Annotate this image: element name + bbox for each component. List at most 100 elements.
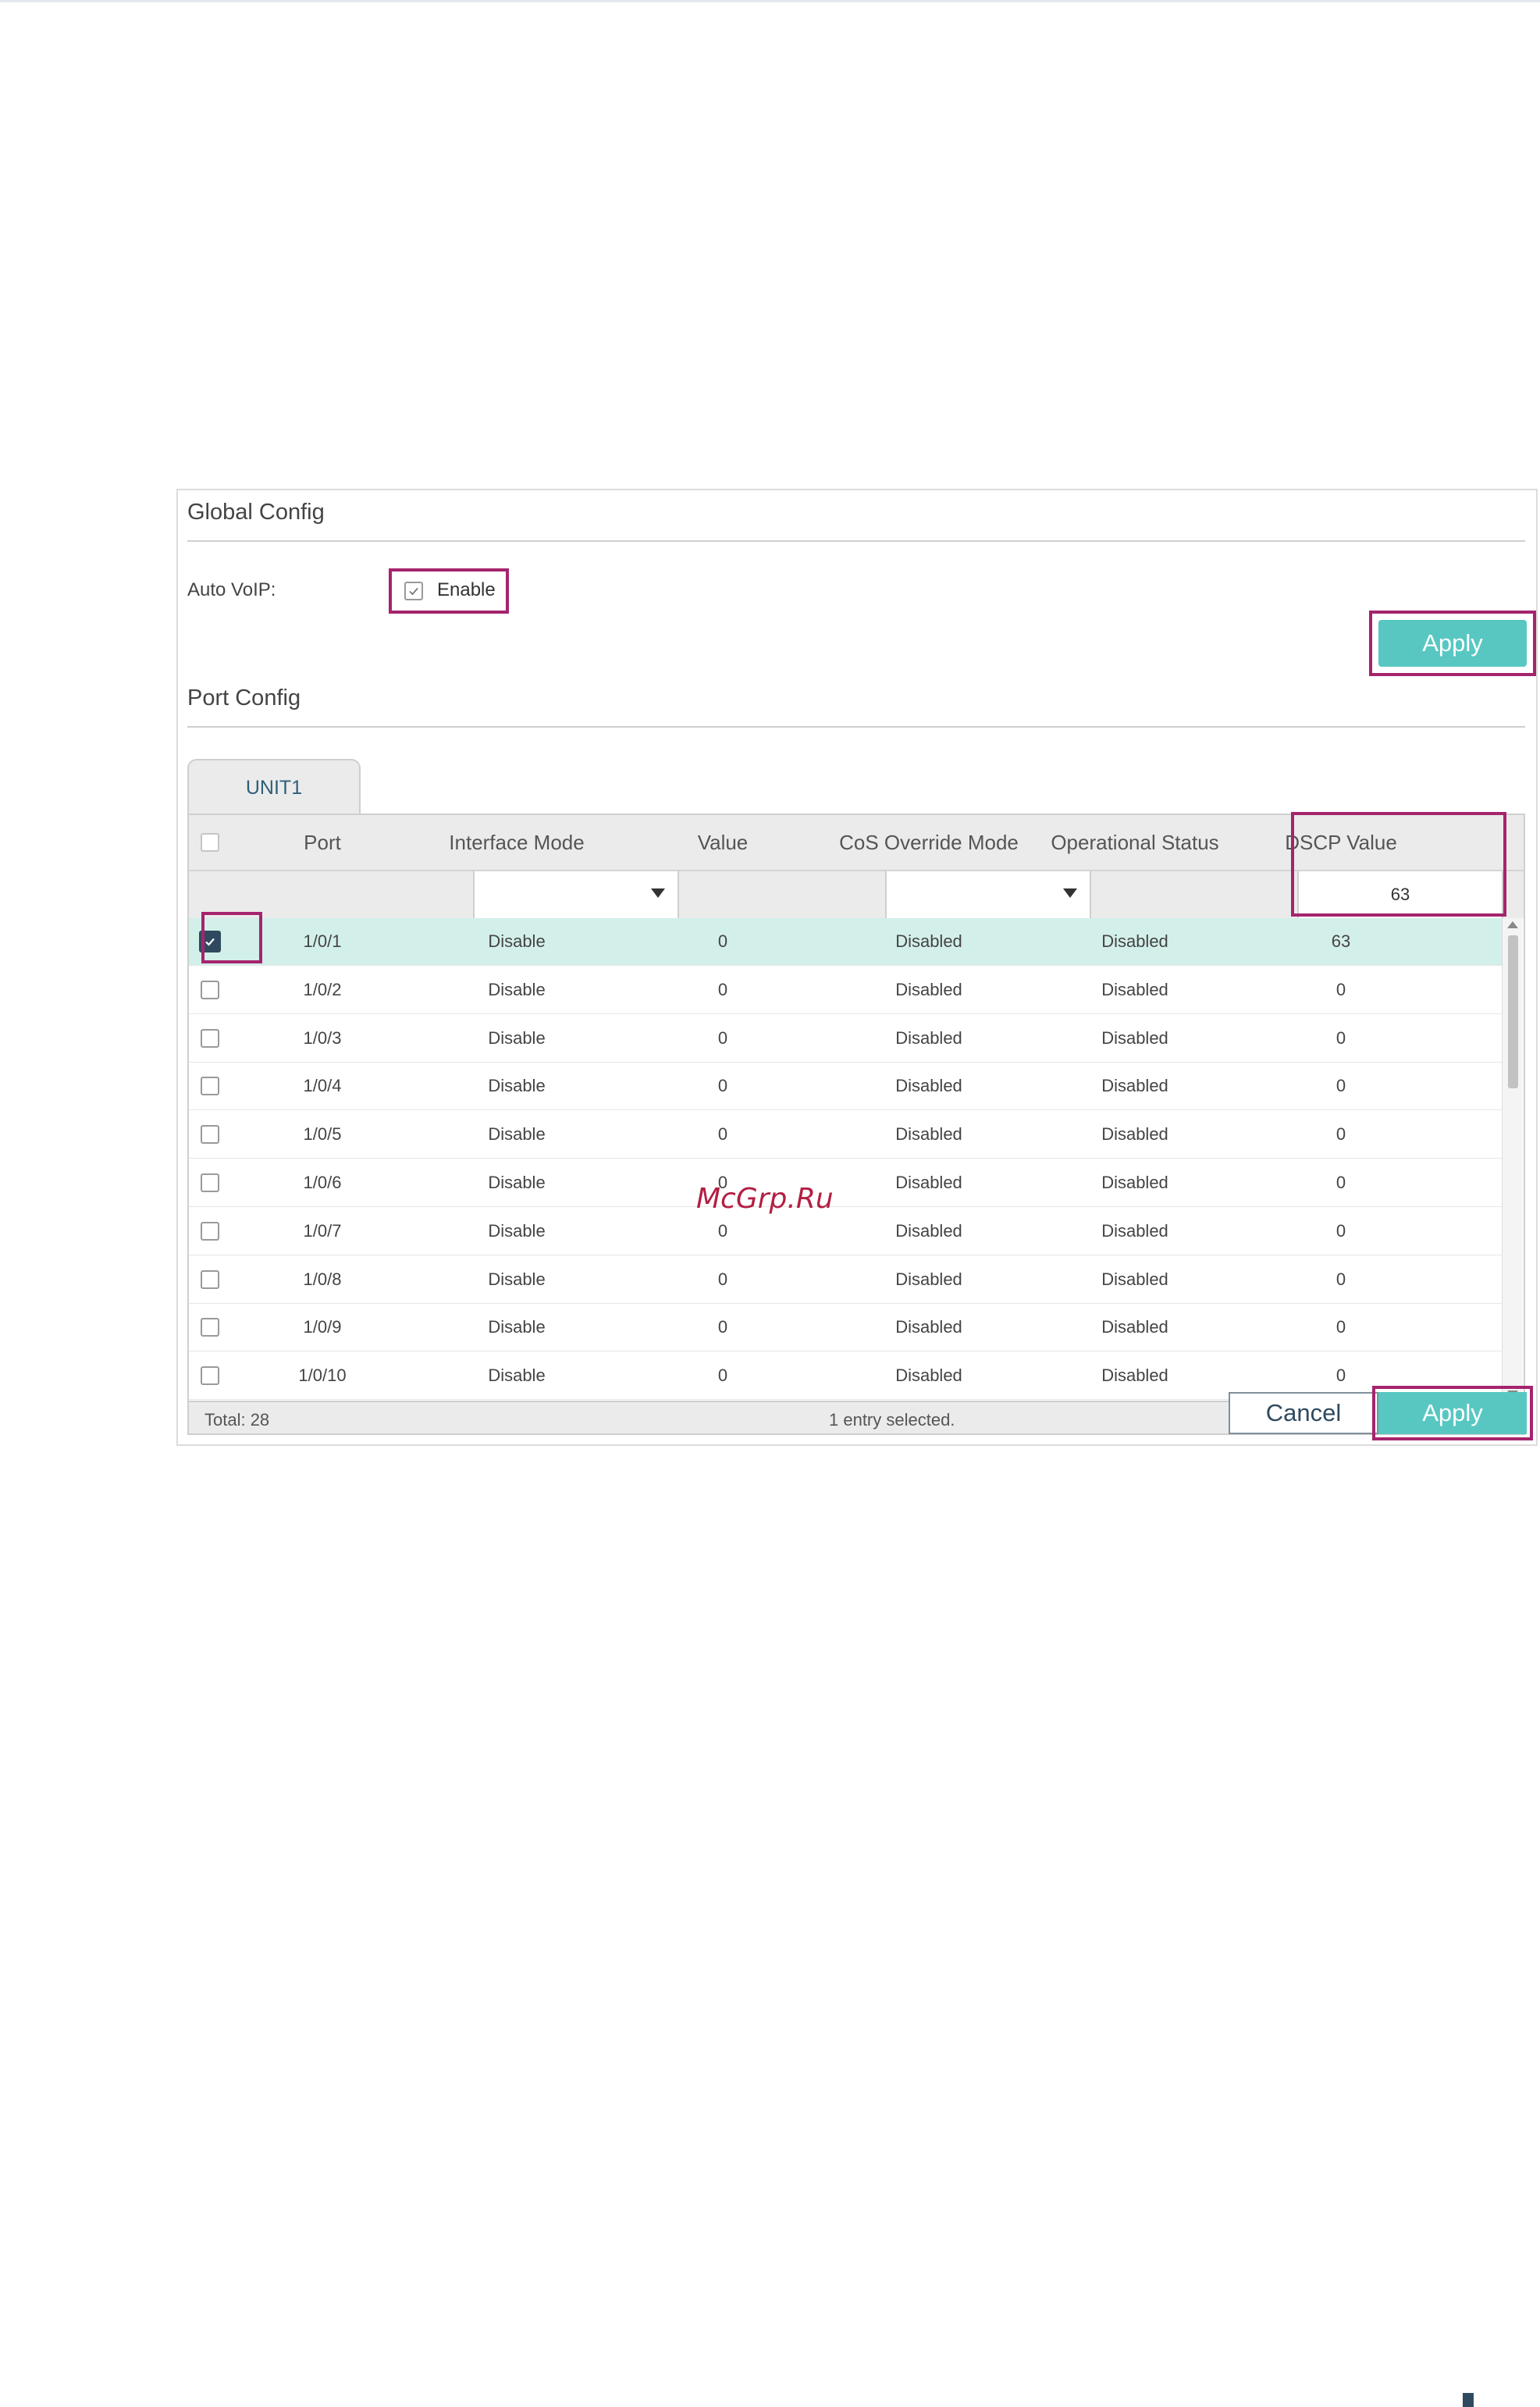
cell-port: 1/0/2 bbox=[303, 979, 342, 999]
header-port[interactable]: Port bbox=[231, 815, 414, 870]
table-row[interactable]: 1/0/2 Disable 0 Disabled Disabled 0 bbox=[189, 967, 1502, 1014]
page-marker bbox=[1463, 2393, 1474, 2407]
auto-voip-label: Auto VoIP: bbox=[187, 579, 276, 600]
cell-interface-mode: Disable bbox=[488, 1173, 546, 1192]
scroll-up-icon[interactable] bbox=[1507, 921, 1518, 928]
cell-dscp-value: 0 bbox=[1335, 1076, 1346, 1096]
table-row[interactable]: 1/0/3 Disable 0 Disabled Disabled 0 bbox=[189, 1015, 1502, 1063]
cell-cos-override-mode: Disabled bbox=[895, 1027, 962, 1048]
cell-dscp-value: 63 bbox=[1331, 931, 1351, 951]
select-all-checkbox[interactable] bbox=[201, 833, 219, 852]
voip-config-panel: Global Config Auto VoIP: Enable Apply Po… bbox=[176, 489, 1538, 1446]
scroll-thumb[interactable] bbox=[1508, 935, 1518, 1088]
cell-dscp-value: 0 bbox=[1335, 1269, 1346, 1289]
row-checkbox[interactable] bbox=[201, 1077, 219, 1096]
row-checkbox[interactable] bbox=[201, 1028, 219, 1048]
table-row[interactable]: 1/0/8 Disable 0 Disabled Disabled 0 bbox=[189, 1256, 1502, 1304]
cell-port: 1/0/8 bbox=[303, 1269, 342, 1289]
row-select-cell bbox=[189, 967, 231, 1013]
cell-operational-status: Disabled bbox=[1101, 1076, 1168, 1096]
row-checkbox[interactable] bbox=[201, 1221, 219, 1241]
cell-cos-override-mode: Disabled bbox=[895, 1220, 962, 1241]
table-row[interactable]: 1/0/5 Disable 0 Disabled Disabled 0 bbox=[189, 1111, 1502, 1159]
dscp-value-highlight bbox=[1291, 812, 1506, 917]
cell-dscp-value: 0 bbox=[1335, 1124, 1346, 1145]
tab-unit1[interactable]: UNIT1 bbox=[187, 759, 361, 815]
interface-mode-select[interactable] bbox=[473, 871, 679, 918]
table-row[interactable]: 1/0/7 Disable 0 Disabled Disabled 0 bbox=[189, 1208, 1502, 1255]
cell-cos-override-mode: Disabled bbox=[895, 931, 962, 951]
cell-interface-mode: Disable bbox=[488, 1220, 546, 1241]
table-row[interactable]: 1/0/9 Disable 0 Disabled Disabled 0 bbox=[189, 1304, 1502, 1352]
row-checkbox[interactable] bbox=[201, 1318, 219, 1337]
row-select-cell bbox=[189, 1304, 231, 1351]
cell-interface-mode: Disable bbox=[488, 1124, 546, 1145]
cell-port: 1/0/5 bbox=[303, 1124, 342, 1145]
port-apply-button[interactable]: Apply bbox=[1378, 1392, 1527, 1434]
total-count: Total: 28 bbox=[205, 1410, 270, 1430]
cell-operational-status: Disabled bbox=[1101, 931, 1168, 951]
cell-operational-status: Disabled bbox=[1101, 1220, 1168, 1241]
cell-interface-mode: Disable bbox=[488, 931, 546, 951]
table-row[interactable]: 1/0/1 Disable 0 Disabled Disabled 63 bbox=[189, 918, 1502, 966]
cell-value: 0 bbox=[717, 979, 728, 999]
row-select-cell bbox=[189, 1352, 231, 1399]
global-apply-button[interactable]: Apply bbox=[1378, 620, 1527, 667]
table-scrollbar[interactable] bbox=[1502, 918, 1523, 1401]
table-row[interactable]: 1/0/6 Disable 0 Disabled Disabled 0 bbox=[189, 1159, 1502, 1207]
cell-interface-mode: Disable bbox=[488, 1366, 546, 1386]
global-config-divider bbox=[187, 540, 1525, 542]
cell-dscp-value: 0 bbox=[1335, 1027, 1346, 1048]
enable-label: Enable bbox=[437, 579, 496, 600]
row-select-cell bbox=[189, 1015, 231, 1062]
cell-value: 0 bbox=[717, 1366, 728, 1386]
cell-operational-status: Disabled bbox=[1101, 1124, 1168, 1145]
cancel-button[interactable]: Cancel bbox=[1229, 1392, 1378, 1434]
row-select-cell bbox=[189, 1111, 231, 1158]
cell-port: 1/0/6 bbox=[303, 1173, 342, 1192]
port-config-divider bbox=[187, 726, 1525, 728]
cell-interface-mode: Disable bbox=[488, 1317, 546, 1337]
row-checkbox-highlight bbox=[201, 912, 262, 963]
header-operational-status[interactable]: Operational Status bbox=[1032, 815, 1238, 870]
port-config-title: Port Config bbox=[187, 685, 301, 710]
row-checkbox[interactable] bbox=[201, 1173, 219, 1192]
row-select-cell bbox=[189, 1159, 231, 1206]
header-interface-mode[interactable]: Interface Mode bbox=[414, 815, 620, 870]
chevron-down-icon bbox=[651, 888, 665, 898]
cell-operational-status: Disabled bbox=[1101, 1366, 1168, 1386]
cell-cos-override-mode: Disabled bbox=[895, 1173, 962, 1192]
row-checkbox[interactable] bbox=[201, 980, 219, 999]
cell-interface-mode: Disable bbox=[488, 1076, 546, 1096]
cell-value: 0 bbox=[717, 931, 728, 951]
header-cos-override-mode[interactable]: CoS Override Mode bbox=[826, 815, 1032, 870]
cell-cos-override-mode: Disabled bbox=[895, 979, 962, 999]
cell-value: 0 bbox=[717, 1269, 728, 1289]
header-value[interactable]: Value bbox=[620, 815, 826, 870]
cell-dscp-value: 0 bbox=[1335, 979, 1346, 999]
cell-cos-override-mode: Disabled bbox=[895, 1317, 962, 1337]
row-checkbox[interactable] bbox=[201, 1366, 219, 1386]
row-select-cell bbox=[189, 1208, 231, 1255]
cos-override-mode-select[interactable] bbox=[885, 871, 1091, 918]
global-config-title: Global Config bbox=[187, 500, 325, 525]
cell-cos-override-mode: Disabled bbox=[895, 1076, 962, 1096]
selection-status: 1 entry selected. bbox=[829, 1410, 955, 1430]
chevron-down-icon bbox=[1063, 888, 1077, 898]
auto-voip-enable-checkbox[interactable] bbox=[404, 582, 423, 600]
cell-value: 0 bbox=[717, 1027, 728, 1048]
watermark: McGrp.Ru bbox=[696, 1183, 834, 1215]
row-checkbox[interactable] bbox=[201, 1269, 219, 1289]
cell-dscp-value: 0 bbox=[1335, 1220, 1346, 1241]
cell-interface-mode: Disable bbox=[488, 1027, 546, 1048]
cell-cos-override-mode: Disabled bbox=[895, 1269, 962, 1289]
row-checkbox[interactable] bbox=[201, 1125, 219, 1145]
cell-value: 0 bbox=[717, 1076, 728, 1096]
cell-port: 1/0/10 bbox=[298, 1366, 347, 1386]
header-select-cell bbox=[189, 815, 231, 870]
table-row[interactable]: 1/0/4 Disable 0 Disabled Disabled 0 bbox=[189, 1063, 1502, 1111]
cell-port: 1/0/9 bbox=[303, 1317, 342, 1337]
cell-operational-status: Disabled bbox=[1101, 1269, 1168, 1289]
top-rule bbox=[0, 0, 1540, 2]
cell-operational-status: Disabled bbox=[1101, 1027, 1168, 1048]
